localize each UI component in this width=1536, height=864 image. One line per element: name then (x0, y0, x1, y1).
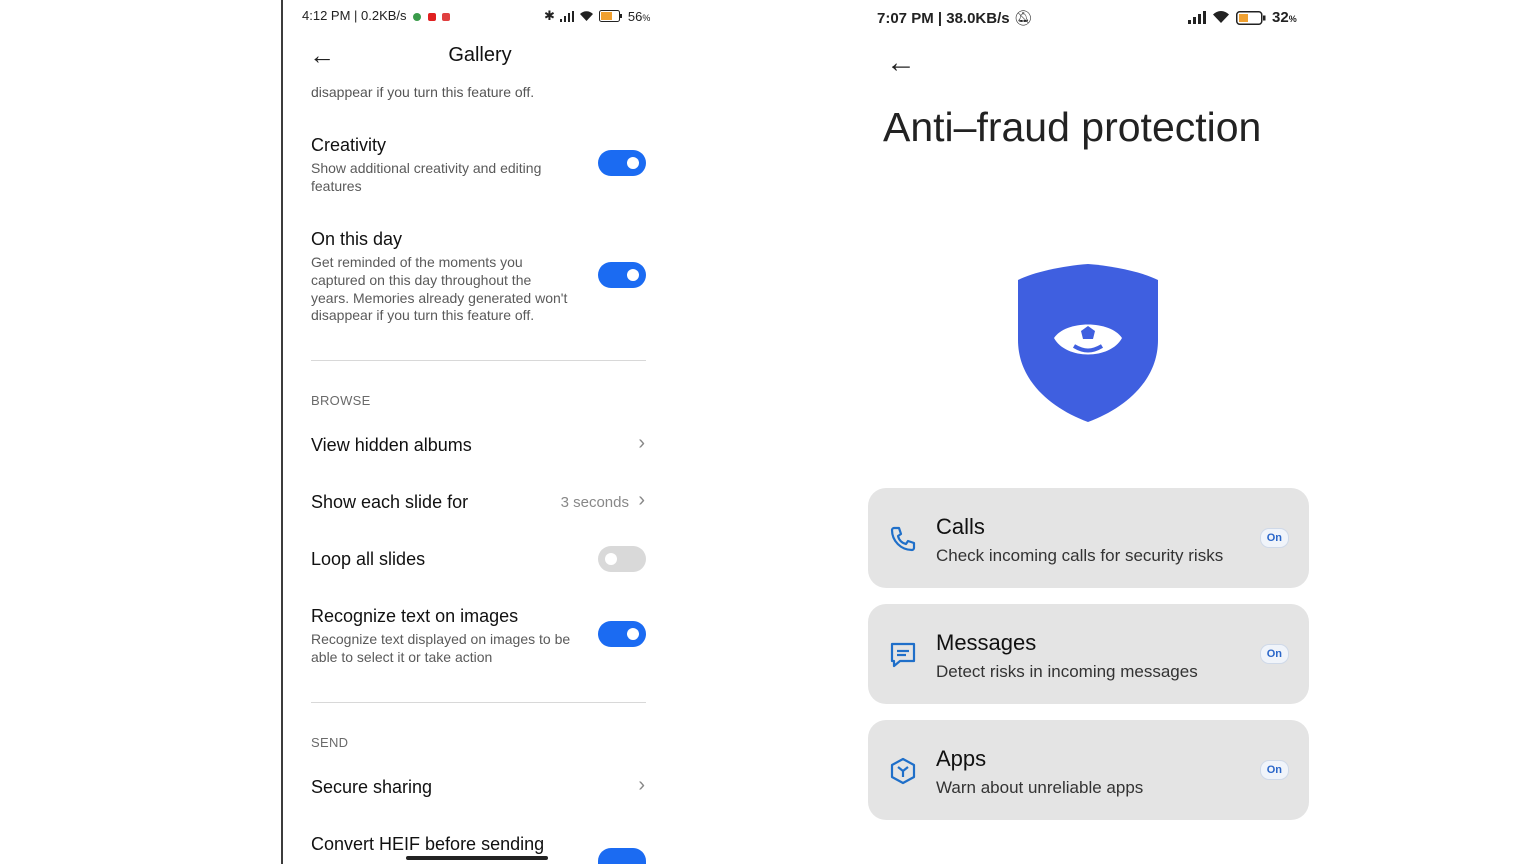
youtube-notification-icon (427, 12, 436, 21)
section-label-browse: BROWSE (311, 393, 371, 408)
app-shield-icon (890, 757, 916, 785)
page-title: Anti–fraud protection (883, 104, 1262, 150)
on-this-day-desc-line1: Get reminded of the moments you (311, 254, 523, 270)
battery-icon (1236, 10, 1266, 25)
apps-title: Apps (936, 746, 987, 771)
secure-sharing-row[interactable]: Secure sharing › (311, 772, 647, 804)
right-status-bar: 7:07 PM | 38.0KB/s 🔕︎ (877, 9, 1033, 27)
creativity-desc-line2: features (311, 178, 362, 194)
screen-divider (281, 0, 283, 864)
calls-title: Calls (936, 514, 985, 539)
left-status-icons: ✱ 56% (544, 8, 650, 24)
toggle-knob (627, 628, 639, 640)
view-hidden-albums-label: View hidden albums (311, 435, 472, 455)
phone-icon (890, 526, 916, 552)
apps-card[interactable]: Apps Warn about unreliable apps On (868, 720, 1309, 820)
show-each-slide-row[interactable]: Show each slide for 3 seconds › (311, 487, 647, 519)
chevron-right-icon: › (638, 774, 645, 796)
on-this-day-desc-line2: captured on this day throughout the (311, 272, 532, 288)
chevron-right-icon: › (638, 432, 645, 454)
apps-desc: Warn about unreliable apps (936, 778, 1144, 797)
signal-icon (559, 10, 574, 22)
messages-desc: Detect risks in incoming messages (936, 662, 1198, 681)
toggle-knob (627, 157, 639, 169)
on-this-day-desc-line3: years. Memories already generated won't (311, 290, 568, 306)
section-divider (311, 702, 646, 703)
shield-eye-icon (1018, 264, 1158, 422)
recognize-text-desc-line1: Recognize text displayed on images to be (311, 631, 571, 647)
chevron-right-icon: › (638, 489, 645, 511)
message-icon (890, 642, 916, 668)
bell-muted-icon: 🔕︎ (1013, 10, 1033, 27)
status-time-speed: 4:12 PM | 0.2KB/s (302, 8, 407, 23)
view-hidden-albums-row[interactable]: View hidden albums › (311, 430, 647, 462)
app-notification-icon (442, 12, 451, 21)
creativity-desc-line1: Show additional creativity and editing (311, 160, 542, 176)
calls-status-badge: On (1259, 528, 1289, 548)
convert-heif-label: Convert HEIF before sending (311, 834, 545, 854)
section-label-send: SEND (311, 735, 349, 750)
loop-all-slides-label: Loop all slides (311, 549, 426, 569)
left-status-bar: 4:12 PM | 0.2KB/s (302, 8, 451, 23)
page-title: Gallery (448, 44, 512, 66)
secure-sharing-label: Secure sharing (311, 777, 433, 797)
slide-duration-value: 3 seconds (560, 494, 629, 511)
recognize-text-toggle[interactable] (598, 621, 646, 647)
calls-card[interactable]: Calls Check incoming calls for security … (868, 488, 1309, 588)
right-status-icons: 32% (1188, 9, 1297, 26)
on-this-day-title: On this day (311, 229, 403, 249)
battery-percent: 32% (1272, 9, 1297, 26)
bluetooth-icon: ✱ (544, 8, 555, 23)
home-indicator[interactable] (406, 856, 548, 860)
wifi-icon (579, 10, 593, 21)
back-arrow-icon[interactable]: ← (309, 42, 335, 68)
back-arrow-icon[interactable]: ← (886, 48, 916, 78)
creativity-title: Creativity (311, 135, 387, 155)
status-time-speed: 7:07 PM | 38.0KB/s (877, 10, 1010, 27)
messages-status-badge: On (1259, 644, 1289, 664)
calls-desc: Check incoming calls for security risks (936, 546, 1224, 565)
apps-status-badge: On (1259, 760, 1289, 780)
convert-heif-toggle[interactable] (598, 848, 646, 864)
recognize-text-title: Recognize text on images (311, 606, 519, 626)
battery-percent: 56% (627, 8, 651, 24)
wifi-icon (1213, 11, 1229, 23)
battery-icon (598, 10, 622, 22)
recognize-text-desc-line2: able to select it or take action (311, 649, 493, 665)
messages-card[interactable]: Messages Detect risks in incoming messag… (868, 604, 1309, 704)
section-divider (311, 360, 646, 361)
messages-title: Messages (936, 630, 1037, 655)
truncated-description: disappear if you turn this feature off. (311, 84, 535, 100)
on-this-day-desc-line4: disappear if you turn this feature off. (311, 307, 535, 323)
show-each-slide-label: Show each slide for (311, 492, 469, 512)
toggle-knob (627, 269, 639, 281)
on-this-day-toggle[interactable] (598, 262, 646, 288)
chrome-notification-icon (413, 12, 422, 21)
toggle-knob (605, 553, 617, 565)
loop-all-slides-toggle[interactable] (598, 546, 646, 572)
signal-icon (1188, 11, 1206, 24)
creativity-toggle[interactable] (598, 150, 646, 176)
